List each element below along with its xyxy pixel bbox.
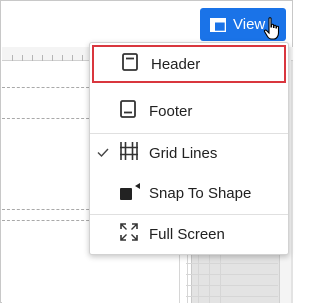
grid-line (186, 263, 278, 264)
grid-guide (2, 209, 94, 210)
grid-guide (2, 87, 94, 88)
menu-item-label: Footer (149, 102, 193, 120)
menu-item-label: Header (151, 55, 201, 73)
grid-line (186, 274, 278, 275)
menu-item-label: Snap To Shape (149, 184, 252, 202)
app-window: View Header Footer Grid Lines Snap To Sh… (0, 0, 293, 303)
view-menu: Header Footer Grid Lines Snap To Shape F… (89, 42, 289, 255)
full-screen-icon (120, 223, 138, 245)
grid-line (186, 296, 278, 297)
menu-item-grid-lines[interactable]: Grid Lines (90, 133, 288, 173)
menu-item-footer[interactable]: Footer (90, 91, 288, 131)
grid-line (186, 285, 278, 286)
grid-lines-icon (120, 142, 138, 164)
grid-guide (2, 118, 94, 119)
menu-item-snap-to-shape[interactable]: Snap To Shape (90, 173, 288, 213)
snap-to-shape-icon (120, 182, 142, 204)
menu-item-full-screen[interactable]: Full Screen (90, 214, 288, 254)
header-icon (122, 53, 138, 75)
layout-icon (210, 17, 226, 32)
view-button-label: View (233, 16, 266, 33)
menu-item-header[interactable]: Header (92, 45, 286, 83)
menu-item-label: Grid Lines (149, 144, 218, 162)
menu-item-label: Full Screen (149, 225, 225, 243)
footer-icon (120, 100, 136, 122)
grid-guide (2, 220, 94, 221)
checkmark-icon (97, 145, 109, 162)
